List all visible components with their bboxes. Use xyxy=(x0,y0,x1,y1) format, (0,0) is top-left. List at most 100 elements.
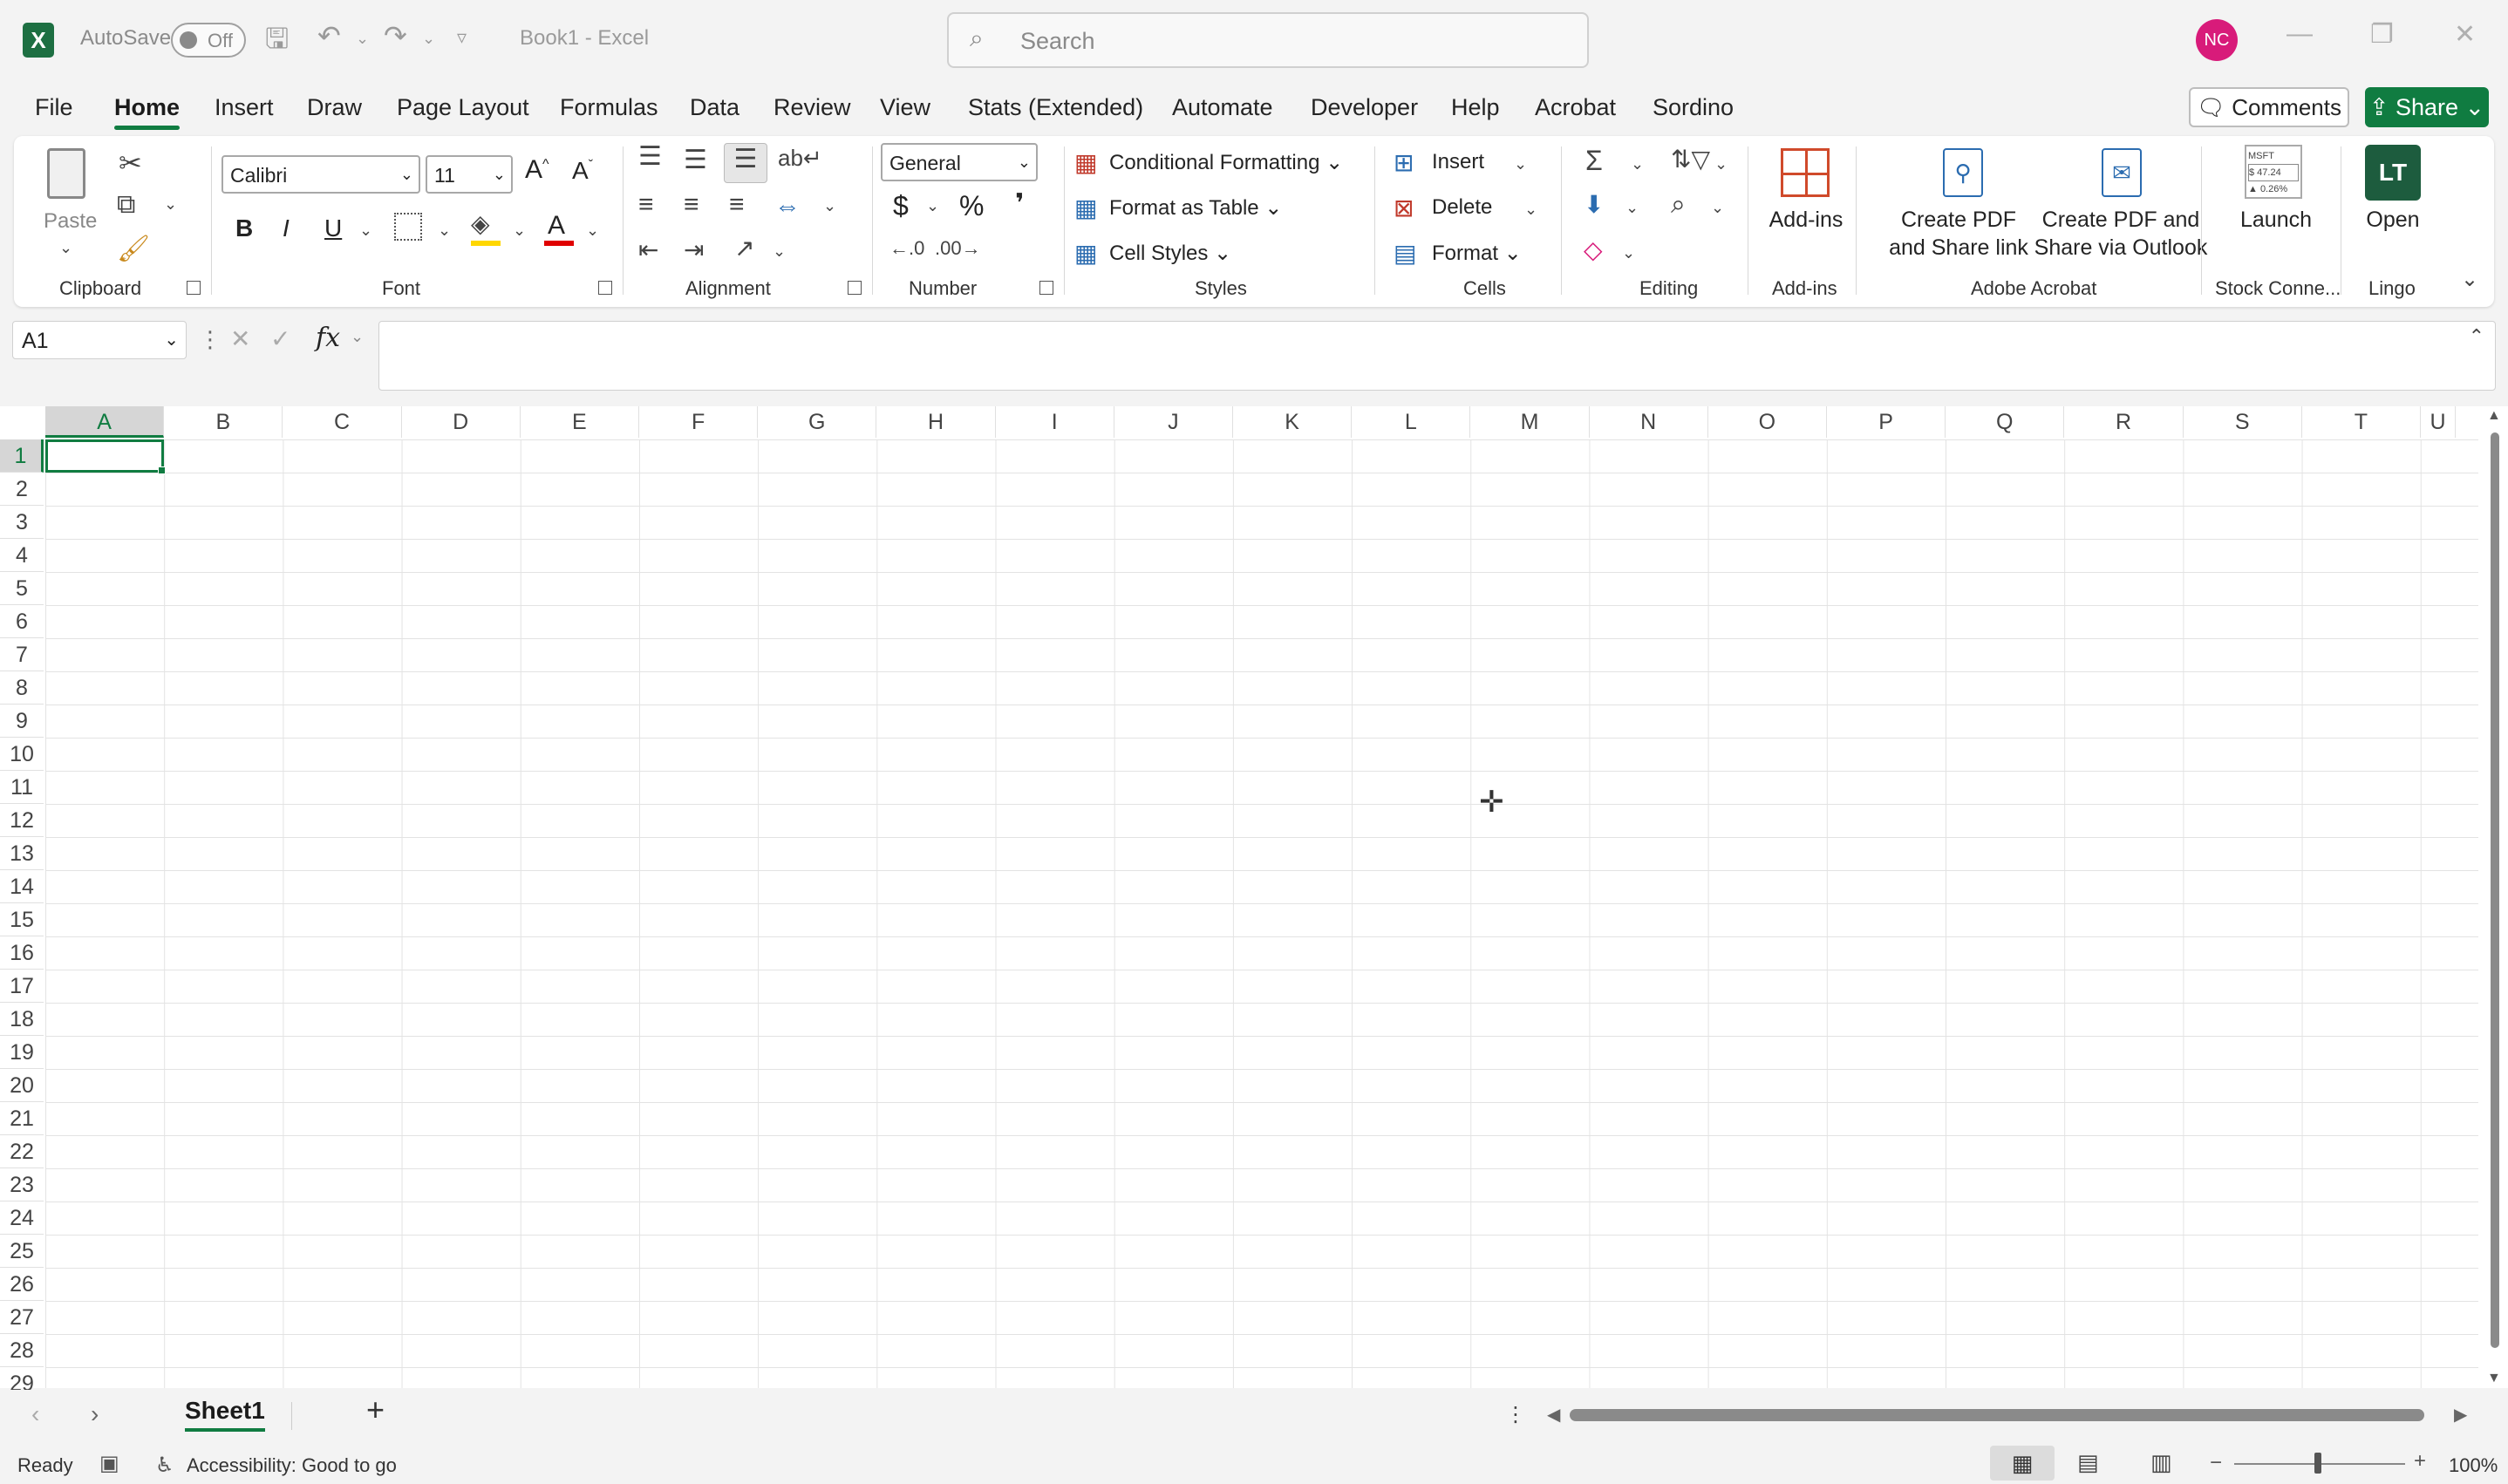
page-break-view-icon[interactable]: ▥ xyxy=(2150,1449,2172,1476)
align-middle-icon[interactable]: ☰ xyxy=(684,145,707,175)
row-header[interactable]: 21 xyxy=(0,1102,44,1135)
row-header[interactable]: 14 xyxy=(0,870,44,903)
increase-decimal-icon[interactable]: ←.0 xyxy=(889,237,924,260)
orientation-icon[interactable]: ↗ xyxy=(734,234,754,262)
row-header[interactable]: 5 xyxy=(0,572,44,605)
align-top-icon[interactable]: ☰ xyxy=(638,141,662,172)
pdf-link-icon[interactable]: ⚲ xyxy=(1943,148,1983,197)
cell-styles-button[interactable]: Cell Styles ⌄ xyxy=(1109,241,1231,266)
font-color-icon[interactable]: A xyxy=(548,211,565,241)
column-header[interactable]: I xyxy=(996,406,1114,438)
lingo-open-button[interactable]: Open xyxy=(2351,206,2435,234)
formula-input[interactable]: ⌃ xyxy=(378,321,2496,391)
conditional-formatting-icon[interactable]: ▦ xyxy=(1074,148,1097,177)
row-header[interactable]: 3 xyxy=(0,506,44,539)
next-sheet-icon[interactable]: › xyxy=(91,1400,99,1428)
undo-icon[interactable]: ↶ xyxy=(317,19,341,52)
align-center-icon[interactable]: ≡ xyxy=(684,190,699,220)
row-header[interactable]: 16 xyxy=(0,936,44,970)
zoom-in-icon[interactable]: + xyxy=(2414,1449,2426,1474)
tab-view[interactable]: View xyxy=(880,94,930,121)
row-header[interactable]: 7 xyxy=(0,638,44,671)
row-header[interactable]: 12 xyxy=(0,804,44,837)
decrease-font-icon[interactable]: Aˇ xyxy=(572,157,593,185)
fill-icon[interactable]: ⬇ xyxy=(1584,190,1604,219)
format-cells-button[interactable]: Format ⌄ xyxy=(1432,241,1522,266)
row-header[interactable]: 4 xyxy=(0,539,44,572)
sheet-tab-sheet1[interactable]: Sheet1 xyxy=(185,1397,265,1432)
column-header[interactable]: Q xyxy=(1946,406,2065,438)
close-icon[interactable]: ✕ xyxy=(2454,19,2476,50)
italic-button[interactable]: I xyxy=(283,214,290,242)
normal-view-icon[interactable]: ▦ xyxy=(1990,1446,2055,1481)
search-box[interactable]: ⌕ Search xyxy=(947,12,1589,68)
tab-automate[interactable]: Automate xyxy=(1172,94,1273,121)
alignment-launcher-icon[interactable] xyxy=(848,281,862,295)
clear-icon[interactable]: ◇ xyxy=(1584,235,1603,264)
tab-developer[interactable]: Developer xyxy=(1311,94,1418,121)
decrease-indent-icon[interactable]: ⇤ xyxy=(638,235,658,264)
column-header[interactable]: J xyxy=(1114,406,1233,438)
column-header[interactable]: T xyxy=(2302,406,2421,438)
restore-icon[interactable]: ❐ xyxy=(2370,19,2394,50)
confirm-entry-icon[interactable]: ✓ xyxy=(270,324,290,353)
number-format-select[interactable]: General ⌄ xyxy=(881,143,1038,181)
zoom-slider-thumb[interactable] xyxy=(2314,1453,2321,1474)
expand-formula-icon[interactable]: ⌃ xyxy=(2469,325,2484,348)
currency-button[interactable]: $ xyxy=(893,190,909,222)
underline-dropdown-icon[interactable]: ⌄ xyxy=(359,221,372,240)
row-header[interactable]: 23 xyxy=(0,1168,44,1201)
row-header[interactable]: 22 xyxy=(0,1135,44,1168)
fx-dropdown-icon[interactable]: ⌄ xyxy=(351,328,364,346)
format-as-table-button[interactable]: Format as Table ⌄ xyxy=(1109,195,1282,221)
stock-connector-icon[interactable]: MSFT $ 47.24 ▲ 0.26% xyxy=(2245,145,2302,199)
delete-cells-icon[interactable]: ⊠ xyxy=(1394,194,1414,222)
row-header[interactable]: 24 xyxy=(0,1201,44,1235)
autosum-dropdown-icon[interactable]: ⌄ xyxy=(1631,155,1644,174)
cell-area[interactable] xyxy=(45,439,2478,1388)
save-icon[interactable]: 🖫 xyxy=(265,19,289,66)
column-header[interactable]: L xyxy=(1352,406,1471,438)
percent-button[interactable]: % xyxy=(959,190,984,222)
insert-function-button[interactable]: fx xyxy=(316,323,340,353)
more-sheet-options-icon[interactable]: ⋮ xyxy=(1505,1402,1526,1427)
vertical-scrollbar[interactable]: ▲ ▼ xyxy=(2485,406,2503,1388)
launch-button[interactable]: Launch xyxy=(2232,206,2320,234)
scroll-up-icon[interactable]: ▲ xyxy=(2487,408,2501,424)
column-header[interactable]: H xyxy=(876,406,996,438)
column-header[interactable]: M xyxy=(1470,406,1590,438)
minimize-icon[interactable]: — xyxy=(2287,19,2313,49)
tab-data[interactable]: Data xyxy=(690,94,739,121)
macro-record-icon[interactable]: ▣ xyxy=(99,1451,119,1476)
row-header[interactable]: 25 xyxy=(0,1235,44,1268)
sort-dropdown-icon[interactable]: ⌄ xyxy=(1714,155,1728,174)
orientation-dropdown-icon[interactable]: ⌄ xyxy=(773,242,786,261)
page-layout-view-icon[interactable]: ▤ xyxy=(2077,1449,2099,1476)
column-header[interactable]: D xyxy=(402,406,521,438)
tab-sordino[interactable]: Sordino xyxy=(1653,94,1734,121)
underline-button[interactable]: U xyxy=(324,214,342,242)
insert-cells-icon[interactable]: ⊞ xyxy=(1394,148,1414,177)
tab-help[interactable]: Help xyxy=(1451,94,1500,121)
fill-dropdown-icon[interactable]: ⌄ xyxy=(1625,199,1639,217)
copy-icon[interactable]: ⧉ xyxy=(117,190,135,220)
tab-acrobat[interactable]: Acrobat xyxy=(1535,94,1616,121)
prev-sheet-icon[interactable]: ‹ xyxy=(31,1400,39,1428)
row-header[interactable]: 18 xyxy=(0,1003,44,1036)
column-header[interactable]: R xyxy=(2064,406,2184,438)
active-cell[interactable] xyxy=(45,439,166,474)
create-pdf-outlook-button[interactable]: Create PDF and Share via Outlook xyxy=(2020,206,2222,262)
avatar[interactable]: NC xyxy=(2196,19,2238,61)
cut-icon[interactable]: ✂ xyxy=(119,146,142,180)
borders-dropdown-icon[interactable]: ⌄ xyxy=(438,221,451,240)
fill-color-icon[interactable]: ◈ xyxy=(471,209,490,238)
add-sheet-button[interactable]: + xyxy=(366,1392,385,1428)
vertical-scroll-thumb[interactable] xyxy=(2491,432,2499,1348)
row-header[interactable]: 17 xyxy=(0,970,44,1003)
increase-indent-icon[interactable]: ⇥ xyxy=(684,235,704,264)
row-header[interactable]: 6 xyxy=(0,605,44,638)
copy-dropdown-icon[interactable]: ⌄ xyxy=(164,195,177,214)
clear-dropdown-icon[interactable]: ⌄ xyxy=(1622,244,1635,262)
row-header[interactable]: 9 xyxy=(0,705,44,738)
merge-center-icon[interactable]: ⇔ xyxy=(774,192,801,221)
